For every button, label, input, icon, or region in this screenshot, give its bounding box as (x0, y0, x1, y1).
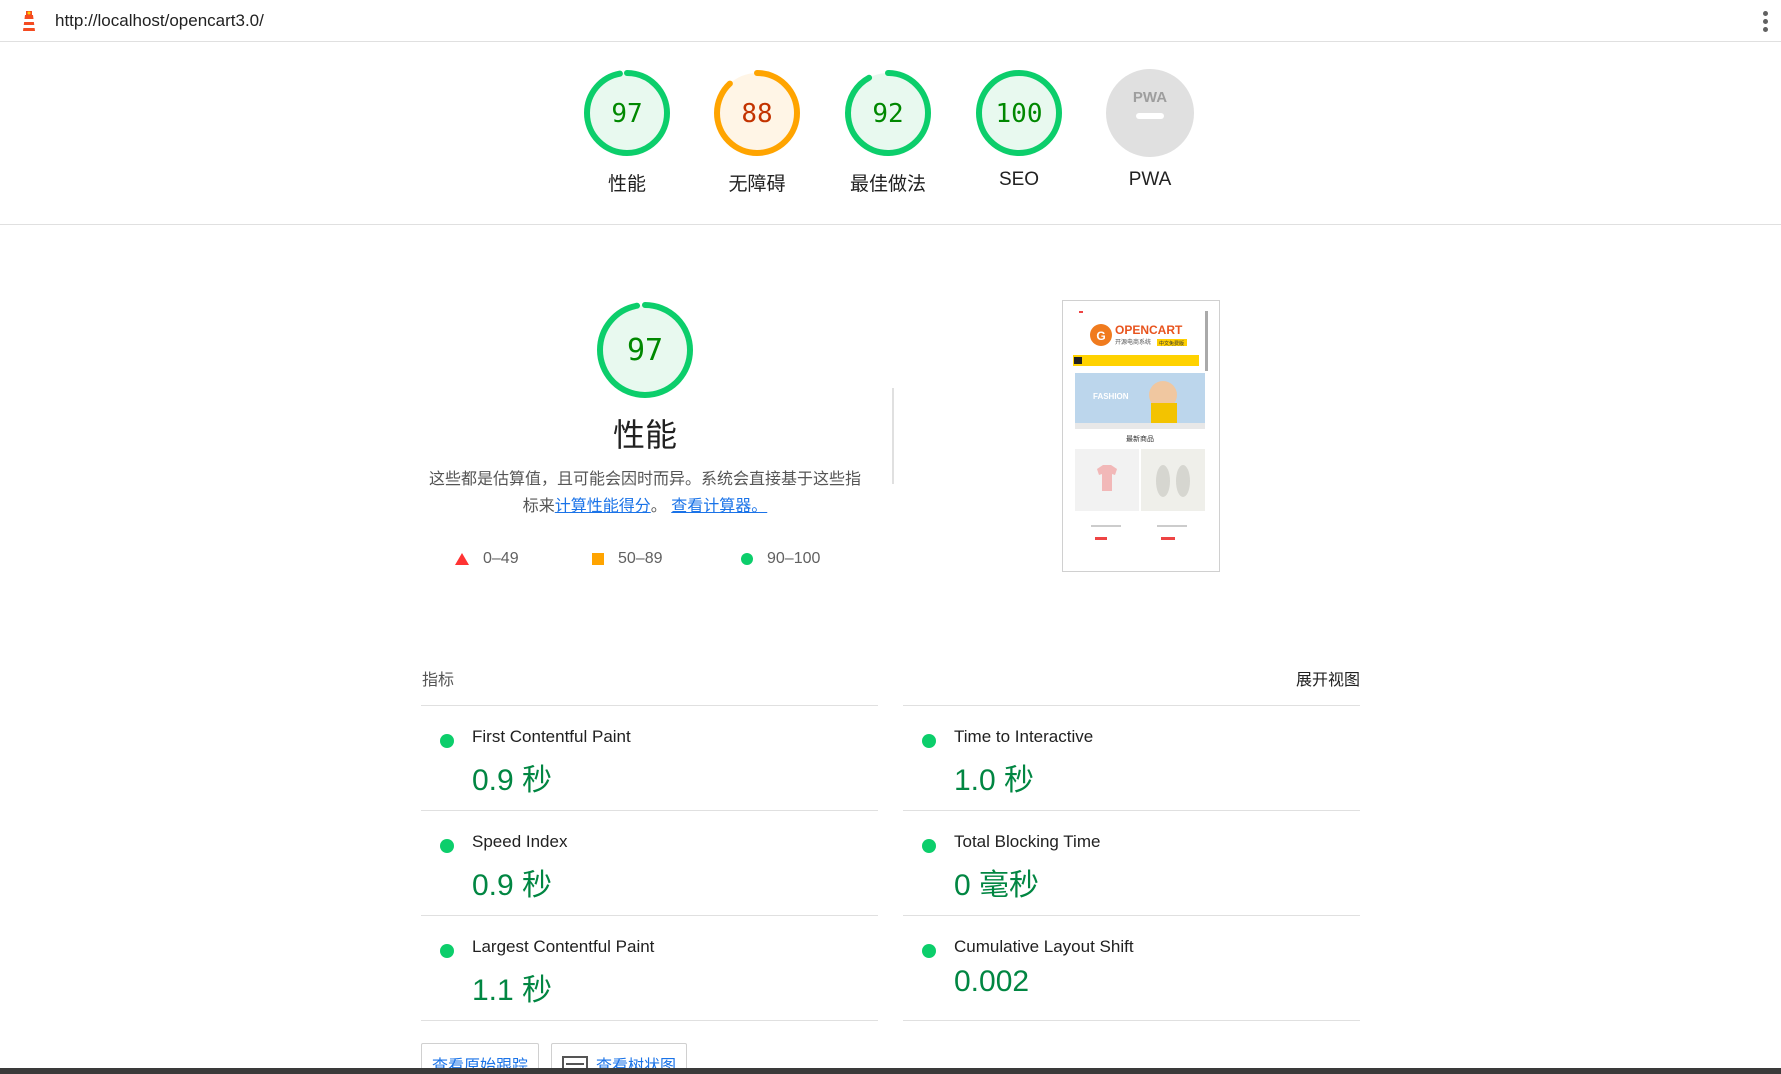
lighthouse-icon (23, 11, 35, 31)
pass-dot-icon (440, 839, 454, 853)
pass-dot-icon (440, 944, 454, 958)
expand-view-toggle[interactable]: 展开视图 (1296, 666, 1360, 690)
gauge-best-practices[interactable]: 92 最佳做法 (828, 69, 948, 196)
performance-title: 性能 (612, 417, 677, 453)
score-ring-icon: 88 (714, 70, 800, 156)
legend-range: 50–89 (618, 550, 663, 567)
gauge-pwa[interactable]: PWA PWA (1090, 69, 1210, 191)
metric-time-to-interactive: Time to Interactive 1.0 秒 (903, 705, 1360, 810)
metric-value: 0.002 (954, 965, 1030, 998)
gauge-score: 100 (996, 99, 1043, 129)
gauge-label: SEO (998, 169, 1040, 190)
pass-dot-icon (922, 839, 936, 853)
metric-value: 0.9 秒 (472, 764, 553, 797)
metric-name: First Contentful Paint (472, 727, 631, 746)
metric-value: 0.9 秒 (472, 869, 553, 902)
performance-description: 这些都是估算值，且可能会因时而异。系统会直接基于这些指 标来计算性能得分。 查看… (405, 466, 885, 520)
top-bar: http://localhost/opencart3.0/ (0, 0, 1781, 42)
gauge-label: PWA (1128, 169, 1172, 190)
legend-range: 0–49 (483, 550, 519, 567)
metrics-divider (903, 1020, 1360, 1021)
vertical-divider (892, 388, 894, 484)
pwa-badge-icon: PWA (1106, 69, 1194, 157)
metric-name: Cumulative Layout Shift (954, 937, 1134, 956)
metric-value: 1.1 秒 (472, 974, 553, 1007)
metric-speed-index: Speed Index 0.9 秒 (421, 810, 878, 915)
more-options-icon[interactable] (1761, 9, 1769, 33)
page-url: http://localhost/opencart3.0/ (55, 11, 264, 30)
metric-name: Speed Index (472, 832, 568, 851)
gauge-score: 97 (611, 99, 642, 129)
circle-icon (741, 553, 753, 565)
metric-cumulative-layout-shift: Cumulative Layout Shift 0.002 (903, 915, 1360, 1020)
pass-dot-icon (922, 734, 936, 748)
metrics-heading: 指标 (422, 672, 455, 689)
metric-largest-contentful-paint: Largest Contentful Paint 1.1 秒 (421, 915, 878, 1020)
performance-summary: 97 性能 这些都是估算值，且可能会因时而异。系统会直接基于这些指 标来计算性能… (405, 300, 885, 520)
performance-score: 97 (627, 333, 663, 368)
metric-value: 1.0 秒 (954, 764, 1035, 797)
thumbnail-banner-text: FASHION (1093, 392, 1129, 401)
score-legend: 0–49 50–89 90–100 (455, 550, 855, 574)
metric-value: 0 毫秒 (954, 869, 1040, 902)
legend-fail: 0–49 (455, 550, 519, 568)
horizontal-scrollbar[interactable] (0, 1068, 1781, 1074)
metric-name: Largest Contentful Paint (472, 937, 655, 956)
pwa-badge-text: PWA (1133, 89, 1167, 106)
thumbnail-badge: 中文免费版 (1159, 340, 1184, 347)
calc-score-link[interactable]: 计算性能得分 (555, 498, 651, 515)
legend-range: 90–100 (767, 550, 821, 567)
legend-average: 50–89 (592, 550, 663, 568)
pass-dot-icon (922, 944, 936, 958)
calculator-link[interactable]: 查看计算器。 (671, 498, 767, 515)
gauge-performance[interactable]: 97 性能 (567, 69, 687, 196)
svg-text:G: G (1096, 329, 1105, 343)
legend-pass: 90–100 (741, 550, 820, 568)
thumbnail-subtitle: 开源电商系统 (1115, 338, 1151, 346)
gauge-label: 最佳做法 (849, 174, 926, 195)
pass-dot-icon (440, 734, 454, 748)
score-ring-icon: 92 (845, 70, 931, 156)
performance-score-ring-icon: 97 (597, 302, 693, 398)
metric-first-contentful-paint: First Contentful Paint 0.9 秒 (421, 705, 878, 810)
gauge-label: 无障碍 (728, 174, 786, 195)
gauge-label: 性能 (607, 174, 646, 195)
description-text: 。 (650, 498, 667, 515)
description-text: 标来 (522, 498, 555, 515)
square-icon (592, 553, 604, 565)
thumbnail-brand: OPENCART (1115, 323, 1183, 337)
gauge-accessibility[interactable]: 88 无障碍 (697, 69, 817, 196)
score-ring-icon: 100 (976, 70, 1062, 156)
page-thumbnail: G OPENCART 开源电商系统 中文免费版 FASHION 最新商品 (1071, 311, 1209, 561)
metric-name: Time to Interactive (954, 727, 1094, 746)
description-line: 这些都是估算值，且可能会因时而异。系统会直接基于这些指 (428, 471, 861, 488)
metric-total-blocking-time: Total Blocking Time 0 毫秒 (903, 810, 1360, 915)
thumbnail-section-title: 最新商品 (1126, 434, 1154, 443)
gauge-score: 92 (872, 99, 903, 129)
category-gauges: 97 性能 88 无障碍 92 最佳做法 100 SEO PWA PWA (0, 43, 1781, 225)
metric-name: Total Blocking Time (954, 832, 1101, 851)
score-ring-icon: 97 (584, 70, 670, 156)
metrics-divider (421, 1020, 878, 1021)
gauge-seo[interactable]: 100 SEO (959, 69, 1079, 191)
triangle-icon (455, 553, 469, 565)
gauge-score: 88 (741, 99, 772, 129)
final-screenshot[interactable]: G OPENCART 开源电商系统 中文免费版 FASHION 最新商品 (1062, 300, 1220, 572)
